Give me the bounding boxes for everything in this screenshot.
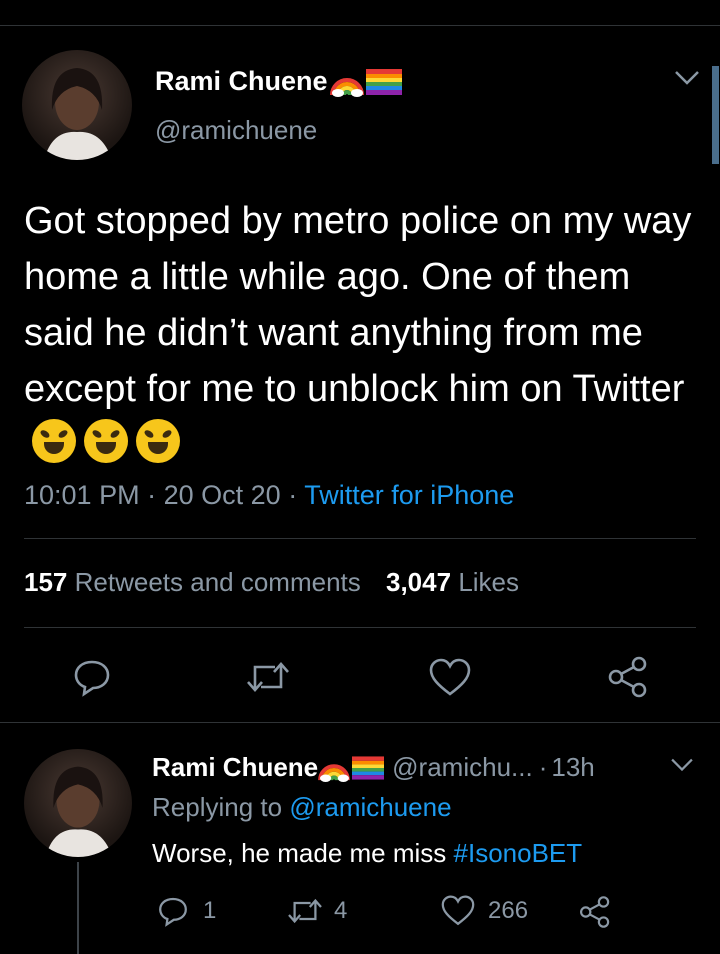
divider bbox=[24, 538, 696, 539]
reply-icon bbox=[159, 897, 187, 927]
divider bbox=[24, 627, 696, 628]
thread-line bbox=[77, 862, 79, 954]
share-icon[interactable] bbox=[578, 895, 612, 929]
tweet-time: 10:01 PM bbox=[24, 480, 140, 510]
share-icon[interactable] bbox=[606, 655, 650, 699]
replying-prefix: Replying to bbox=[152, 792, 283, 822]
tweet-text-body: Got stopped by metro police on my way ho… bbox=[24, 200, 692, 410]
replying-handle-link[interactable]: @ramichuene bbox=[289, 792, 451, 822]
chevron-down-icon[interactable] bbox=[672, 68, 702, 88]
rofl-emoji-icon bbox=[84, 419, 128, 463]
meta-sep: · bbox=[288, 480, 298, 510]
tweet-stats: 157 Retweets and comments 3,047 Likes bbox=[24, 567, 519, 598]
scrollbar-thumb[interactable] bbox=[712, 66, 719, 164]
retweet-count: 4 bbox=[334, 897, 348, 924]
display-name[interactable]: Rami Chuene bbox=[155, 66, 402, 97]
reply-display-name[interactable]: Rami Chuene bbox=[152, 752, 318, 783]
tweet-date: 20 Oct 20 bbox=[163, 480, 281, 510]
retweets-stat[interactable]: 157 Retweets and comments bbox=[24, 567, 368, 597]
retweet-icon bbox=[288, 898, 322, 924]
reply-age: 13h bbox=[551, 752, 595, 782]
retweets-label: Retweets and comments bbox=[74, 567, 361, 597]
pride-flag-icon bbox=[365, 68, 402, 95]
avatar-portrait bbox=[44, 68, 112, 160]
meta-sep: · bbox=[538, 752, 548, 782]
retweets-count: 157 bbox=[24, 567, 68, 597]
reply-icon[interactable] bbox=[72, 657, 112, 697]
retweet-icon[interactable] bbox=[245, 657, 291, 697]
rainbow-icon bbox=[318, 763, 351, 782]
meta-sep: · bbox=[147, 480, 157, 510]
tweet-meta: 10:01 PM · 20 Oct 20 · Twitter for iPhon… bbox=[24, 480, 514, 511]
display-name-text: Rami Chuene bbox=[155, 66, 328, 96]
avatar[interactable] bbox=[24, 749, 132, 857]
rofl-emoji-icon bbox=[32, 419, 76, 463]
likes-stat[interactable]: 3,047 Likes bbox=[386, 567, 519, 597]
handle[interactable]: @ramichuene bbox=[155, 115, 317, 146]
pride-flag-icon bbox=[352, 755, 385, 780]
reply-count: 1 bbox=[203, 897, 217, 924]
reply-like-action[interactable]: 266 bbox=[440, 895, 528, 927]
like-icon[interactable] bbox=[428, 658, 472, 698]
replying-to: Replying to @ramichuene bbox=[152, 792, 452, 823]
reply-reply-action[interactable]: 1 bbox=[157, 895, 216, 927]
avatar[interactable] bbox=[22, 50, 132, 160]
likes-label: Likes bbox=[458, 567, 520, 597]
tweet-source-link[interactable]: Twitter for iPhone bbox=[304, 480, 514, 510]
avatar-portrait bbox=[45, 766, 113, 857]
rofl-emoji-icon bbox=[136, 419, 180, 463]
hashtag-link[interactable]: #IsonoBET bbox=[454, 838, 583, 868]
like-icon bbox=[441, 895, 475, 926]
reply-header: Rami Chuene @ramichu... · 13h bbox=[152, 752, 595, 783]
reply-handle[interactable]: @ramichu... bbox=[392, 752, 533, 783]
like-count: 266 bbox=[488, 897, 529, 924]
reply-text-body: Worse, he made me miss bbox=[152, 838, 447, 868]
likes-count: 3,047 bbox=[386, 567, 452, 597]
reply-retweet-action[interactable]: 4 bbox=[286, 895, 347, 927]
reply-text: Worse, he made me miss #IsonoBET bbox=[152, 838, 582, 869]
tweet-text: Got stopped by metro police on my way ho… bbox=[24, 193, 704, 473]
rainbow-icon bbox=[329, 77, 364, 97]
chevron-down-icon[interactable] bbox=[668, 756, 696, 774]
divider bbox=[0, 722, 720, 723]
top-divider bbox=[0, 25, 720, 26]
laughing-emoji bbox=[24, 419, 180, 466]
